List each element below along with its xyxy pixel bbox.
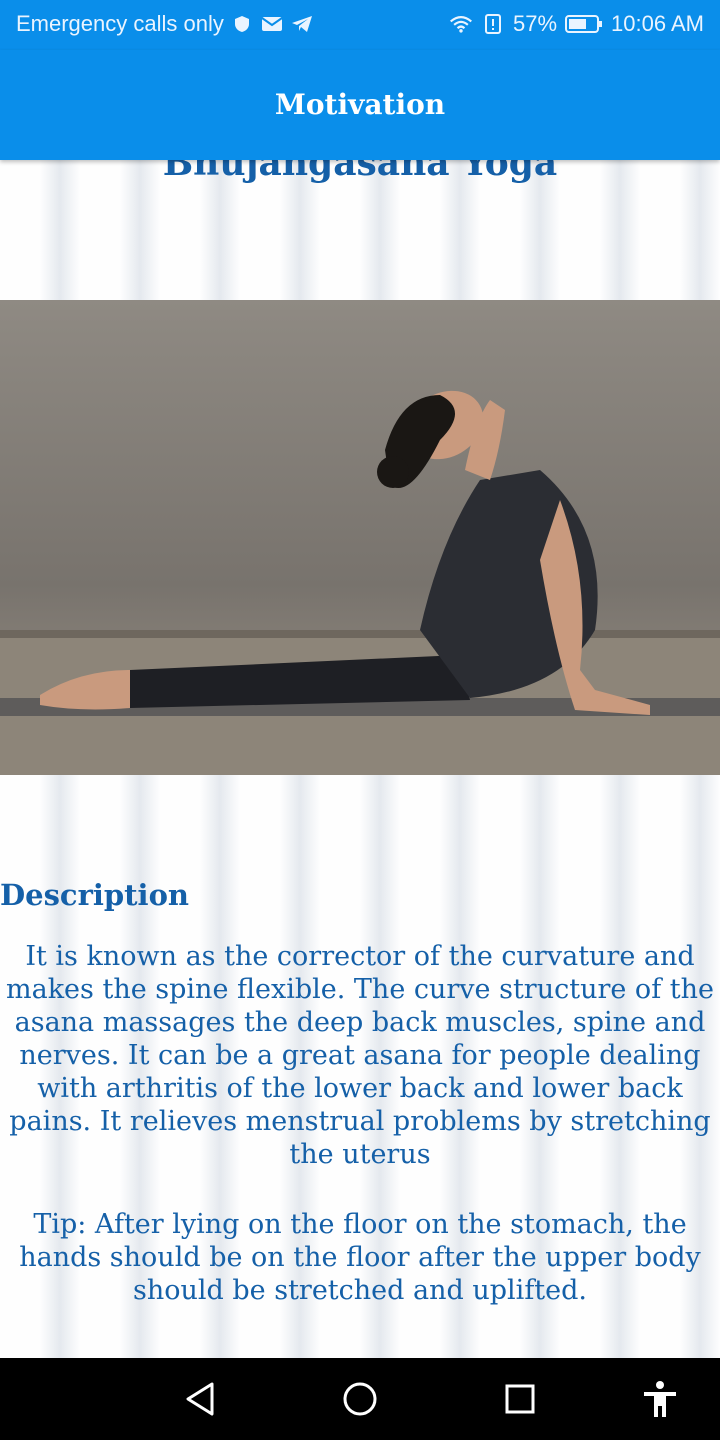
alert-icon xyxy=(481,12,505,36)
status-bar: Emergency calls only 57% 10:06 AM xyxy=(0,0,720,50)
app-bar: Motivation xyxy=(0,50,720,160)
carrier-text: Emergency calls only xyxy=(16,11,224,36)
recents-icon[interactable] xyxy=(499,1378,541,1420)
time-text: 10:06 AM xyxy=(611,11,704,36)
app-title: Motivation xyxy=(274,88,446,121)
status-left: Emergency calls only xyxy=(16,11,314,37)
description-heading: Description xyxy=(0,878,189,912)
pose-image xyxy=(0,300,720,775)
navigation-bar xyxy=(0,1358,720,1440)
cobra-pose-illustration xyxy=(0,390,720,775)
telegram-icon xyxy=(290,12,314,36)
battery-icon xyxy=(565,12,603,36)
tip-text: Tip: After lying on the floor on the sto… xyxy=(19,1209,701,1306)
description-text: It is known as the corrector of the curv… xyxy=(6,941,714,1170)
status-right: 57% 10:06 AM xyxy=(449,11,704,37)
mail-icon xyxy=(260,12,284,36)
pose-title: Bhujangasana Yoga xyxy=(162,160,558,184)
home-icon[interactable] xyxy=(339,1378,381,1420)
accessibility-icon[interactable] xyxy=(639,1378,681,1420)
shield-icon xyxy=(230,12,254,36)
battery-text: 57% xyxy=(513,11,558,36)
wifi-icon xyxy=(449,12,473,36)
content-area[interactable]: Bhujangasana Yoga Description It is know… xyxy=(0,160,720,1358)
back-icon[interactable] xyxy=(179,1378,221,1420)
